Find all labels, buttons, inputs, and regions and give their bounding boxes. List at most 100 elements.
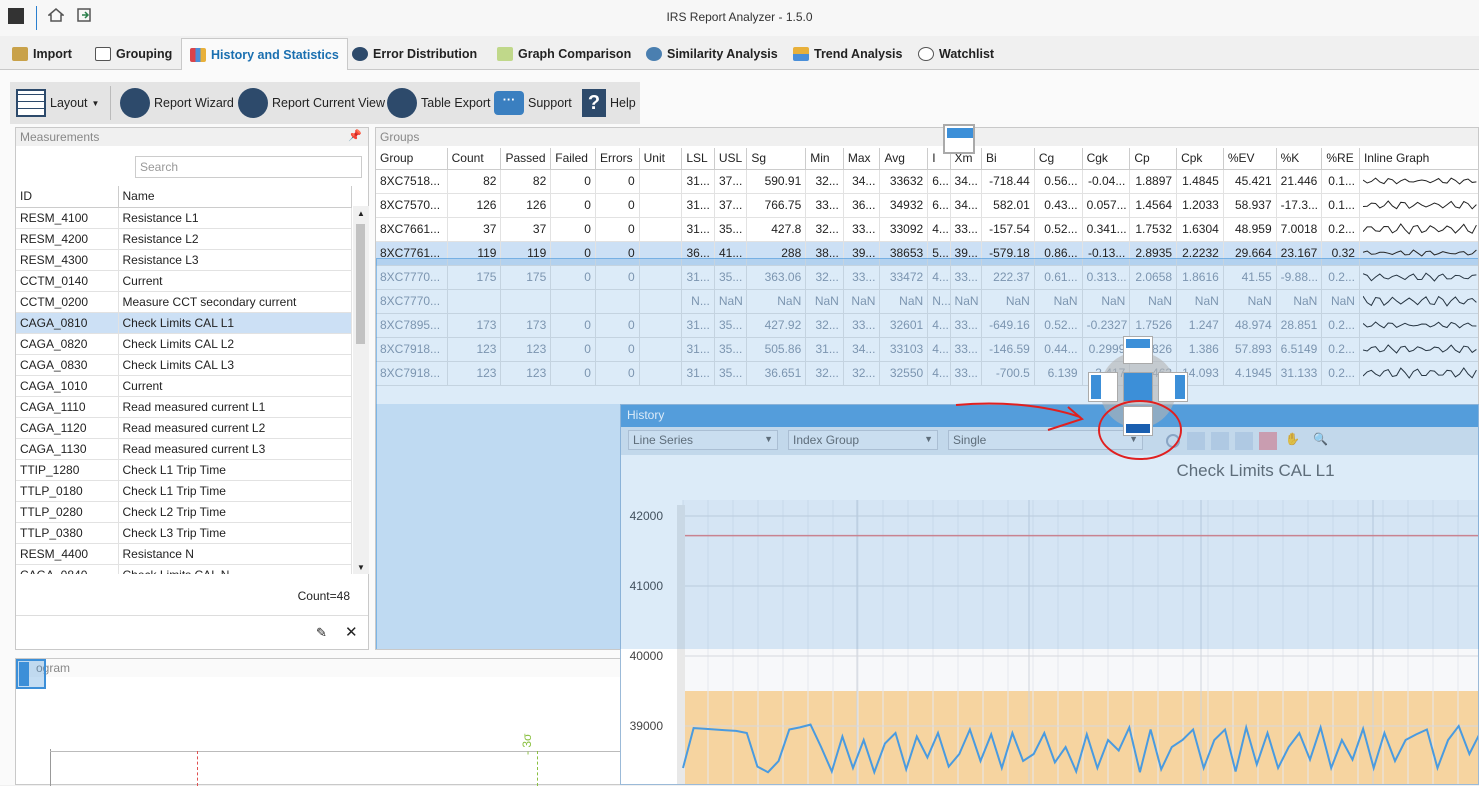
measurement-row[interactable]: CCTM_0200 Measure CCT secondary current <box>16 291 352 313</box>
search-input[interactable]: Search <box>135 156 362 178</box>
group-cell: 6... <box>927 169 951 194</box>
watchlist-icon <box>918 47 934 61</box>
group-row[interactable]: 8XC7518... 82 82 0 0 31... 37... 590.91 32... 34.… <box>376 169 1478 194</box>
scroll-up-icon[interactable]: ▲ <box>353 209 369 218</box>
measurement-row[interactable]: CAGA_0830 Check Limits CAL L3 <box>16 354 352 376</box>
histogram-panel: ogram - 3σ <box>15 658 626 786</box>
measurements-table: ID Name RESM_4100 Resistance L1 RESM_4200 R… <box>16 186 352 574</box>
pin-icon[interactable]: 📌 <box>348 129 362 142</box>
measurement-row[interactable]: RESM_4100 Resistance L1 <box>16 207 352 229</box>
measurement-row[interactable]: TTLP_0280 Check L2 Trip Time <box>16 501 352 523</box>
inline-graph <box>1359 193 1478 218</box>
measurement-row[interactable]: CAGA_0810 Check Limits CAL L1 <box>16 312 352 334</box>
layout-button[interactable]: Layout ▼ <box>16 82 99 124</box>
scroll-down-icon[interactable]: ▼ <box>353 563 369 572</box>
measurement-row[interactable]: CAGA_1120 Read measured current L2 <box>16 417 352 439</box>
histogram-top-line <box>50 751 626 752</box>
measurement-name: Read measured current L1 <box>118 396 352 418</box>
column-header[interactable]: Cp <box>1129 148 1178 170</box>
scrollbar-thumb[interactable] <box>356 224 365 344</box>
column-header[interactable]: %EV <box>1223 148 1277 170</box>
tab-similarity-analysis[interactable]: Similarity Analysis <box>638 38 786 70</box>
measurement-row[interactable]: RESM_4400 Resistance N <box>16 543 352 565</box>
measurement-row[interactable]: CAGA_0820 Check Limits CAL L2 <box>16 333 352 355</box>
measurement-row[interactable]: RESM_4300 Resistance L3 <box>16 249 352 271</box>
tab-history-and-statistics[interactable]: History and Statistics <box>181 38 348 71</box>
column-header[interactable]: LSL <box>681 148 715 170</box>
tab-watchlist[interactable]: Watchlist <box>910 38 1002 70</box>
column-header[interactable]: Bi <box>981 148 1035 170</box>
column-header[interactable]: Max <box>843 148 881 170</box>
column-header[interactable]: USL <box>714 148 748 170</box>
column-header[interactable]: Errors <box>595 148 640 170</box>
group-row[interactable]: 8XC7570... 126 126 0 0 31... 37... 766.75 33... 3… <box>376 193 1478 218</box>
measurement-id: CAGA_0820 <box>16 333 119 355</box>
group-row[interactable]: 8XC7661... 37 37 0 0 31... 35... 427.8 32... 33..… <box>376 217 1478 242</box>
toolbar-separator <box>110 86 111 120</box>
column-header[interactable]: Unit <box>639 148 683 170</box>
dock-guide-top[interactable] <box>1123 336 1153 364</box>
group-cell: 33092 <box>879 217 929 242</box>
measurements-scrollbar[interactable]: ▲ ▼ <box>353 206 369 574</box>
tab-graph-comparison[interactable]: Graph Comparison <box>489 38 639 70</box>
column-header[interactable]: %RE <box>1321 148 1360 170</box>
column-header[interactable]: Passed <box>500 148 552 170</box>
group-cell: 126 <box>447 193 502 218</box>
report-wizard-button[interactable]: Report Wizard <box>120 82 234 124</box>
measurement-name: Current <box>118 270 352 292</box>
tab-trend-analysis[interactable]: Trend Analysis <box>785 38 910 70</box>
sigma-label: - 3σ <box>520 733 534 755</box>
column-header-name[interactable]: Name <box>118 186 352 208</box>
column-header[interactable]: Failed <box>550 148 596 170</box>
measurement-row[interactable]: TTLP_0180 Check L1 Trip Time <box>16 480 352 502</box>
column-header[interactable]: Cpk <box>1176 148 1224 170</box>
tab-import[interactable]: Import <box>4 38 80 70</box>
group-cell: 0.1... <box>1321 193 1360 218</box>
column-header[interactable]: Avg <box>879 148 929 170</box>
close-icon[interactable]: ✕ <box>345 623 358 641</box>
group-cell: 8XC7661... <box>376 217 448 242</box>
measurement-id: TTIP_1280 <box>16 459 119 481</box>
measurement-row[interactable]: TTLP_0380 Check L3 Trip Time <box>16 522 352 544</box>
report-current-view-button[interactable]: Report Current View <box>238 82 385 124</box>
column-header[interactable]: Inline Graph <box>1359 148 1478 170</box>
measurement-row[interactable]: CAGA_1130 Read measured current L3 <box>16 438 352 460</box>
measurement-row[interactable]: RESM_4200 Resistance L2 <box>16 228 352 250</box>
support-button[interactable]: ··· Support <box>494 82 572 124</box>
group-cell: 1.4564 <box>1129 193 1178 218</box>
column-header[interactable]: Sg <box>746 148 807 170</box>
table-export-button[interactable]: Table Export <box>387 82 490 124</box>
group-cell: 0.43... <box>1034 193 1083 218</box>
measurement-id: CCTM_0140 <box>16 270 119 292</box>
group-cell: 0 <box>595 169 640 194</box>
dock-top-indicator <box>943 124 975 154</box>
group-cell: 82 <box>447 169 502 194</box>
measurements-header: Measurements 📌 <box>16 128 368 146</box>
tab-grouping[interactable]: Grouping <box>87 38 180 70</box>
group-cell <box>639 169 683 194</box>
column-header[interactable]: %K <box>1276 148 1323 170</box>
measurement-id: TTLP_0280 <box>16 501 119 523</box>
measurement-row[interactable]: CAGA_1110 Read measured current L1 <box>16 396 352 418</box>
column-header[interactable]: Group <box>376 148 448 170</box>
measurement-row[interactable]: TTIP_1280 Check L1 Trip Time <box>16 459 352 481</box>
group-cell: 32... <box>805 169 844 194</box>
help-button[interactable]: ? Help <box>582 82 636 124</box>
column-header-id[interactable]: ID <box>16 186 119 208</box>
measurement-id: RESM_4200 <box>16 228 119 250</box>
measurement-row[interactable]: CAGA_0840Check Limits CAL N <box>16 564 352 574</box>
edit-icon[interactable]: ✎ <box>316 625 327 641</box>
y-tick-label: 39000 <box>630 719 664 733</box>
column-header[interactable]: Cg <box>1034 148 1083 170</box>
group-cell: 33... <box>805 193 844 218</box>
sigma-marker-line <box>537 751 538 786</box>
group-cell: 31... <box>681 217 715 242</box>
tab-error-distribution[interactable]: Error Distribution <box>344 38 485 70</box>
measurement-row[interactable]: CAGA_1010 Current <box>16 375 352 397</box>
column-header[interactable]: Count <box>447 148 502 170</box>
group-cell: 48.959 <box>1223 217 1277 242</box>
column-header[interactable]: Min <box>805 148 844 170</box>
group-cell: 37 <box>447 217 502 242</box>
column-header[interactable]: Cgk <box>1082 148 1131 170</box>
measurement-row[interactable]: CCTM_0140 Current <box>16 270 352 292</box>
